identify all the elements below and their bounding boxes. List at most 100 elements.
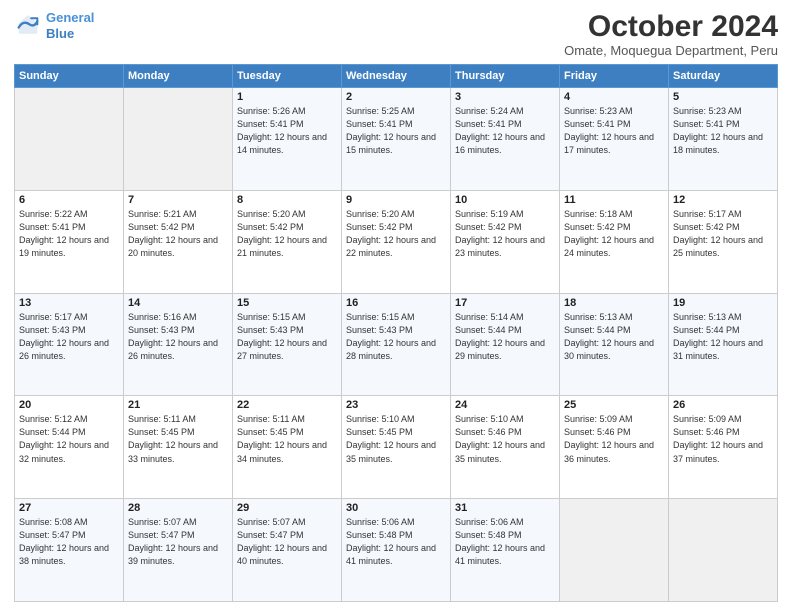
day-number: 12 [673, 194, 773, 206]
day-info: Sunrise: 5:15 AMSunset: 5:43 PMDaylight:… [237, 311, 337, 363]
day-info: Sunrise: 5:22 AMSunset: 5:41 PMDaylight:… [19, 208, 119, 260]
header-thursday: Thursday [451, 65, 560, 88]
day-number: 14 [128, 297, 228, 309]
calendar-week-row: 6 Sunrise: 5:22 AMSunset: 5:41 PMDaylight… [15, 190, 778, 293]
table-row: 7Sunrise: 5:21 AMSunset: 5:42 PMDaylight… [124, 190, 233, 293]
day-number: 28 [128, 502, 228, 514]
table-row: 2 Sunrise: 5:25 AMSunset: 5:41 PMDaylight… [342, 88, 451, 191]
day-info: Sunrise: 5:24 AMSunset: 5:41 PMDaylight:… [455, 105, 555, 157]
day-number: 24 [455, 399, 555, 411]
day-number: 23 [346, 399, 446, 411]
day-info: Sunrise: 5:21 AMSunset: 5:42 PMDaylight:… [128, 208, 228, 260]
table-row: 4Sunrise: 5:23 AMSunset: 5:41 PMDaylight… [560, 88, 669, 191]
calendar-header-row: Sunday Monday Tuesday Wednesday Thursday… [15, 65, 778, 88]
table-row: 18 Sunrise: 5:13 AMSunset: 5:44 PMDayligh… [560, 293, 669, 396]
day-info: Sunrise: 5:09 AMSunset: 5:46 PMDaylight:… [564, 413, 664, 465]
table-row: 24 Sunrise: 5:10 AMSunset: 5:46 PMDayligh… [451, 396, 560, 499]
table-row: 3 Sunrise: 5:24 AMSunset: 5:41 PMDaylight… [451, 88, 560, 191]
table-row: 27 Sunrise: 5:08 AMSunset: 5:47 PMDayligh… [15, 499, 124, 602]
day-number: 10 [455, 194, 555, 206]
day-info: Sunrise: 5:14 AMSunset: 5:44 PMDaylight:… [455, 311, 555, 363]
table-row: 9 Sunrise: 5:20 AMSunset: 5:42 PMDaylight… [342, 190, 451, 293]
day-info: Sunrise: 5:13 AMSunset: 5:44 PMDaylight:… [673, 311, 773, 363]
day-info: Sunrise: 5:10 AMSunset: 5:46 PMDaylight:… [455, 413, 555, 465]
day-info: Sunrise: 5:07 AMSunset: 5:47 PMDaylight:… [237, 516, 337, 568]
day-number: 8 [237, 194, 337, 206]
day-info: Sunrise: 5:13 AMSunset: 5:44 PMDaylight:… [564, 311, 664, 363]
calendar-week-row: 13 Sunrise: 5:17 AMSunset: 5:43 PMDayligh… [15, 293, 778, 396]
logo-icon [14, 12, 42, 40]
day-info: Sunrise: 5:15 AMSunset: 5:43 PMDaylight:… [346, 311, 446, 363]
table-row: 19Sunrise: 5:13 AMSunset: 5:44 PMDayligh… [669, 293, 778, 396]
day-info: Sunrise: 5:07 AMSunset: 5:47 PMDaylight:… [128, 516, 228, 568]
table-row: 16 Sunrise: 5:15 AMSunset: 5:43 PMDayligh… [342, 293, 451, 396]
day-info: Sunrise: 5:23 AMSunset: 5:41 PMDaylight:… [673, 105, 773, 157]
day-number: 26 [673, 399, 773, 411]
day-info: Sunrise: 5:08 AMSunset: 5:47 PMDaylight:… [19, 516, 119, 568]
day-info: Sunrise: 5:09 AMSunset: 5:46 PMDaylight:… [673, 413, 773, 465]
day-info: Sunrise: 5:19 AMSunset: 5:42 PMDaylight:… [455, 208, 555, 260]
logo: General Blue [14, 10, 94, 41]
table-row: 8 Sunrise: 5:20 AMSunset: 5:42 PMDaylight… [233, 190, 342, 293]
calendar-week-row: 1Sunrise: 5:26 AMSunset: 5:41 PMDaylight… [15, 88, 778, 191]
day-info: Sunrise: 5:25 AMSunset: 5:41 PMDaylight:… [346, 105, 446, 157]
day-info: Sunrise: 5:06 AMSunset: 5:48 PMDaylight:… [346, 516, 446, 568]
table-row: 6 Sunrise: 5:22 AMSunset: 5:41 PMDaylight… [15, 190, 124, 293]
day-info: Sunrise: 5:17 AMSunset: 5:42 PMDaylight:… [673, 208, 773, 260]
day-number: 25 [564, 399, 664, 411]
table-row: 1Sunrise: 5:26 AMSunset: 5:41 PMDaylight… [233, 88, 342, 191]
table-row: 31Sunrise: 5:06 AMSunset: 5:48 PMDayligh… [451, 499, 560, 602]
day-number: 3 [455, 91, 555, 103]
day-number: 5 [673, 91, 773, 103]
day-info: Sunrise: 5:20 AMSunset: 5:42 PMDaylight:… [346, 208, 446, 260]
month-title: October 2024 [564, 10, 778, 43]
day-info: Sunrise: 5:16 AMSunset: 5:43 PMDaylight:… [128, 311, 228, 363]
table-row [560, 499, 669, 602]
day-info: Sunrise: 5:11 AMSunset: 5:45 PMDaylight:… [237, 413, 337, 465]
day-number: 17 [455, 297, 555, 309]
day-number: 22 [237, 399, 337, 411]
day-number: 27 [19, 502, 119, 514]
calendar-table: Sunday Monday Tuesday Wednesday Thursday… [14, 64, 778, 602]
table-row: 23Sunrise: 5:10 AMSunset: 5:45 PMDayligh… [342, 396, 451, 499]
logo-text: General Blue [46, 10, 94, 41]
day-number: 2 [346, 91, 446, 103]
day-number: 13 [19, 297, 119, 309]
day-number: 15 [237, 297, 337, 309]
table-row: 15 Sunrise: 5:15 AMSunset: 5:43 PMDayligh… [233, 293, 342, 396]
table-row: 5 Sunrise: 5:23 AMSunset: 5:41 PMDaylight… [669, 88, 778, 191]
day-number: 6 [19, 194, 119, 206]
table-row: 29 Sunrise: 5:07 AMSunset: 5:47 PMDayligh… [233, 499, 342, 602]
table-row: 26 Sunrise: 5:09 AMSunset: 5:46 PMDayligh… [669, 396, 778, 499]
title-area: October 2024 Omate, Moquegua Department,… [564, 10, 778, 58]
table-row [669, 499, 778, 602]
day-number: 4 [564, 91, 664, 103]
table-row: 20 Sunrise: 5:12 AMSunset: 5:44 PMDayligh… [15, 396, 124, 499]
day-number: 9 [346, 194, 446, 206]
day-info: Sunrise: 5:20 AMSunset: 5:42 PMDaylight:… [237, 208, 337, 260]
day-info: Sunrise: 5:18 AMSunset: 5:42 PMDaylight:… [564, 208, 664, 260]
day-info: Sunrise: 5:17 AMSunset: 5:43 PMDaylight:… [19, 311, 119, 363]
day-info: Sunrise: 5:12 AMSunset: 5:44 PMDaylight:… [19, 413, 119, 465]
header-sunday: Sunday [15, 65, 124, 88]
table-row: 10 Sunrise: 5:19 AMSunset: 5:42 PMDayligh… [451, 190, 560, 293]
day-number: 18 [564, 297, 664, 309]
day-number: 20 [19, 399, 119, 411]
table-row: 14 Sunrise: 5:16 AMSunset: 5:43 PMDayligh… [124, 293, 233, 396]
table-row: 30Sunrise: 5:06 AMSunset: 5:48 PMDayligh… [342, 499, 451, 602]
day-info: Sunrise: 5:11 AMSunset: 5:45 PMDaylight:… [128, 413, 228, 465]
header-friday: Friday [560, 65, 669, 88]
day-number: 11 [564, 194, 664, 206]
table-row: 25 Sunrise: 5:09 AMSunset: 5:46 PMDayligh… [560, 396, 669, 499]
location-subtitle: Omate, Moquegua Department, Peru [564, 43, 778, 58]
day-number: 16 [346, 297, 446, 309]
header-monday: Monday [124, 65, 233, 88]
table-row [15, 88, 124, 191]
table-row: 22 Sunrise: 5:11 AMSunset: 5:45 PMDayligh… [233, 396, 342, 499]
table-row: 13 Sunrise: 5:17 AMSunset: 5:43 PMDayligh… [15, 293, 124, 396]
day-number: 1 [237, 91, 337, 103]
header-saturday: Saturday [669, 65, 778, 88]
header-tuesday: Tuesday [233, 65, 342, 88]
calendar-week-row: 20 Sunrise: 5:12 AMSunset: 5:44 PMDayligh… [15, 396, 778, 499]
day-number: 29 [237, 502, 337, 514]
